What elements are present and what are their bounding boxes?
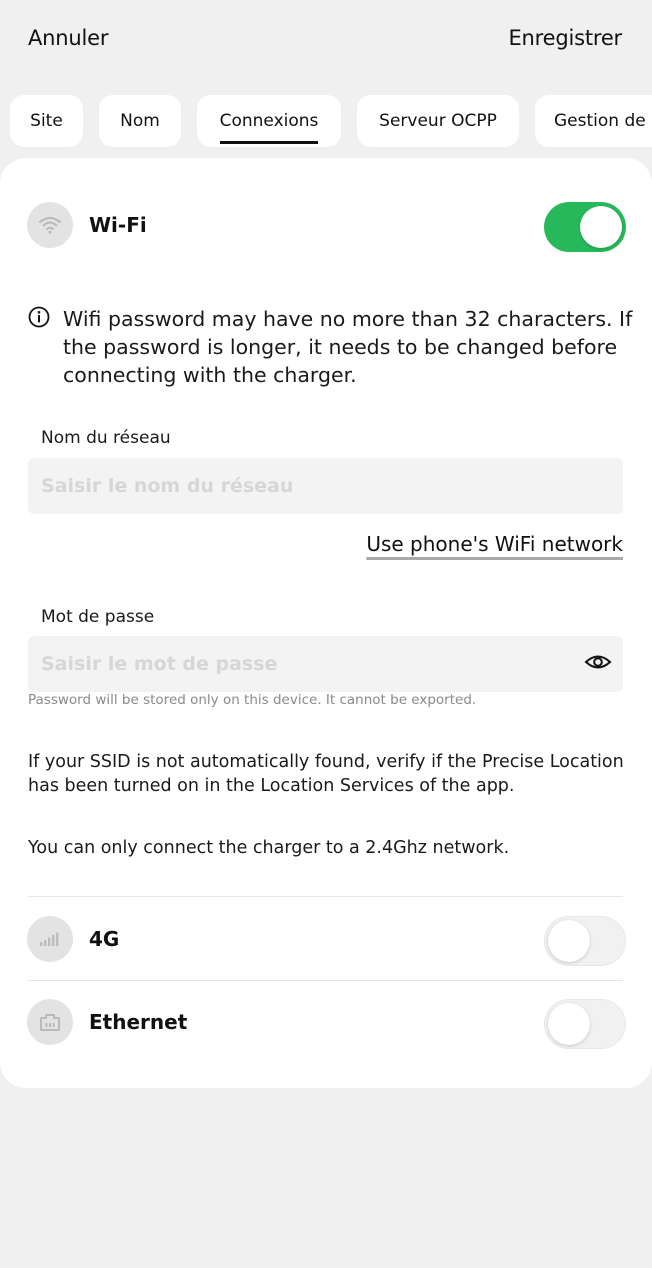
cellular-signal-icon (27, 916, 73, 962)
ssid-note: If your SSID is not automatically found,… (28, 752, 624, 796)
divider (28, 980, 623, 981)
tab-bar: Site Nom Connexions Serveur OCPP Gestion… (0, 95, 652, 151)
toggle-knob (580, 206, 622, 248)
tab-label: Connexions (219, 111, 319, 144)
cellular-title: 4G (89, 927, 120, 951)
top-bar: Annuler Enregistrer (0, 0, 652, 82)
tab-gestion[interactable]: Gestion de (535, 95, 652, 147)
tab-label: Site (30, 111, 63, 131)
divider (28, 896, 623, 897)
tab-site[interactable]: Site (10, 95, 83, 147)
tab-label: Gestion de (554, 111, 646, 131)
tab-label: Serveur OCPP (379, 111, 497, 131)
save-button[interactable]: Enregistrer (508, 26, 622, 50)
ethernet-title: Ethernet (89, 1010, 188, 1034)
tab-label: Nom (120, 111, 160, 131)
eye-icon[interactable] (584, 652, 612, 672)
network-name-input[interactable] (28, 458, 623, 514)
ethernet-port-icon (27, 999, 73, 1045)
cancel-button[interactable]: Annuler (28, 26, 108, 50)
tab-label-text: Connexions (219, 111, 319, 131)
network-name-label: Nom du réseau (41, 428, 171, 448)
wifi-toggle[interactable] (544, 202, 626, 252)
info-icon (28, 306, 50, 328)
active-tab-indicator (219, 141, 319, 144)
tab-serveur-ocpp[interactable]: Serveur OCPP (357, 95, 519, 147)
band-note: You can only connect the charger to a 2.… (28, 838, 510, 858)
password-label: Mot de passe (41, 607, 155, 627)
ethernet-toggle[interactable] (544, 999, 626, 1049)
use-phone-wifi-link[interactable]: Use phone's WiFi network (366, 532, 623, 556)
toggle-knob (548, 1003, 590, 1045)
wifi-icon (27, 202, 73, 248)
cellular-toggle[interactable] (544, 916, 626, 966)
wifi-info-text: Wifi password may have no more than 32 c… (63, 307, 633, 387)
password-input[interactable] (28, 636, 623, 692)
tab-nom[interactable]: Nom (99, 95, 181, 147)
password-hint: Password will be stored only on this dev… (28, 692, 477, 708)
connections-card: Wi-Fi Wifi password may have no more tha… (0, 158, 652, 1088)
toggle-knob (548, 920, 590, 962)
tab-connexions[interactable]: Connexions (197, 95, 341, 147)
wifi-title: Wi-Fi (89, 213, 147, 237)
